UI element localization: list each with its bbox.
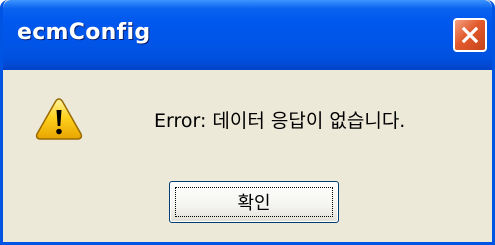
dialog-body: Error: 데이터 응답이 없습니다. 확인 — [3, 70, 492, 242]
close-icon — [461, 26, 479, 44]
warning-icon — [35, 98, 83, 140]
close-button[interactable] — [453, 18, 487, 52]
dialog-window: ecmConfig Error: 데이터 응답이 없습니다. 확인 — [0, 0, 495, 245]
title-bar[interactable]: ecmConfig — [3, 0, 492, 70]
window-title: ecmConfig — [17, 20, 151, 45]
ok-button[interactable]: 확인 — [169, 181, 339, 223]
error-message: Error: 데이터 응답이 없습니다. — [154, 110, 406, 132]
ok-button-label: 확인 — [237, 193, 271, 214]
